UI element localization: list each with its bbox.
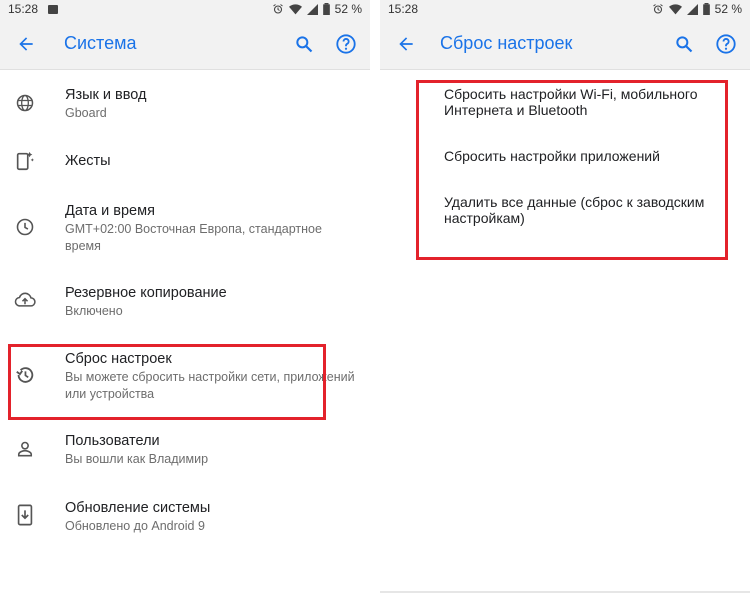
battery-level: 52 % [714,2,742,16]
image-notification-icon [48,4,59,14]
settings-item-backup[interactable]: Резервное копирование Включено [0,284,370,324]
settings-item-language[interactable]: Язык и ввод Gboard [0,86,370,126]
gesture-phone-icon [14,150,36,172]
status-bar: 15:28 52 % [380,0,750,18]
wifi-icon [288,3,302,14]
settings-item-users[interactable]: Пользователи Вы вошли как Владимир [0,432,370,472]
page-title: Сброс настроек [440,33,573,53]
item-subtitle: Gboard [65,106,107,120]
signal-icon [686,3,698,15]
signal-icon [306,3,318,15]
help-icon[interactable] [714,32,738,56]
left-screen: 15:28 52 % Система Язык и ввод Gboard Же… [0,0,370,593]
back-arrow-icon[interactable] [394,32,418,56]
settings-item-system-update[interactable]: Обновление системы Обновлено до Android … [0,499,370,539]
cloud-upload-icon [14,289,36,311]
system-update-icon [14,504,36,526]
status-time: 15:28 [8,2,39,16]
item-subtitle: GMT+02:00 Восточная Европа, стандартное … [65,222,322,253]
help-icon[interactable] [334,32,358,56]
alarm-icon [652,4,663,14]
battery-icon [322,3,330,15]
search-icon[interactable] [292,32,316,56]
globe-icon [14,92,36,114]
settings-item-gestures[interactable]: Жесты [0,150,370,176]
person-icon [14,438,36,460]
status-time: 15:28 [388,2,419,16]
item-title: Резервное копирование [65,285,227,301]
wifi-icon [668,3,682,14]
highlight-reset-item [8,344,326,420]
battery-icon [702,3,710,15]
battery-level: 52 % [334,2,362,16]
item-title: Пользователи [65,433,160,449]
item-subtitle: Включено [65,304,123,318]
settings-item-datetime[interactable]: Дата и время GMT+02:00 Восточная Европа,… [0,202,370,258]
screen-divider [370,0,380,593]
page-title: Система [64,33,137,53]
status-bar: 15:28 52 % [0,0,370,18]
back-arrow-icon[interactable] [14,32,38,56]
item-subtitle: Обновлено до Android 9 [65,519,205,533]
clock-icon [14,216,36,238]
app-bar: Сброс настроек [380,18,750,70]
app-bar: Система [0,18,370,70]
item-title: Обновление системы [65,500,211,516]
item-subtitle: Вы вошли как Владимир [65,452,209,466]
item-title: Дата и время [65,203,155,219]
search-icon[interactable] [672,32,696,56]
alarm-icon [272,4,283,14]
item-title: Язык и ввод [65,87,147,103]
highlight-reset-options [416,80,728,260]
right-screen: 15:28 52 % Сброс настроек Сбросить настр… [380,0,750,593]
item-title: Жесты [65,153,111,169]
